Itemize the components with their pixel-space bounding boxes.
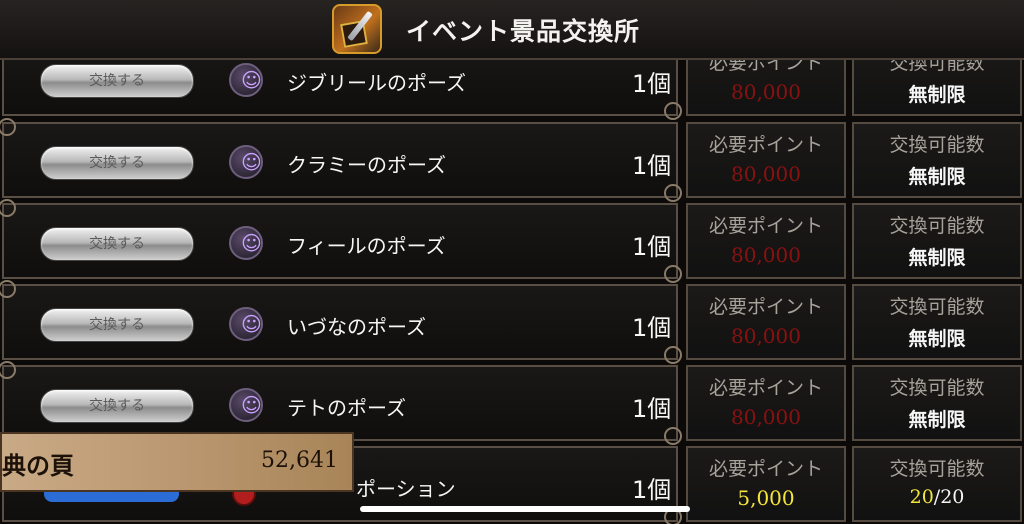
points-panel-label: 典の頁 (2, 452, 74, 480)
exchange-button[interactable]: 交換する (40, 64, 194, 98)
item-name: ジブリールのポーズ (287, 71, 466, 95)
exchange-button[interactable]: 交換する (40, 389, 194, 423)
exchange-limit: 交換可能数 無制限 (852, 284, 1022, 360)
item-quantity: 1個 (632, 70, 672, 98)
page-title: イベント景品交換所 (406, 17, 641, 46)
pose-icon: ☺ (229, 307, 263, 341)
list-item: 交換する ☺ フィールのポーズ 1個 必要ポイント 80,000 交換可能数 無… (0, 199, 1024, 283)
exchange-button-partial[interactable] (44, 492, 179, 502)
pose-icon: ☺ (229, 63, 263, 97)
list-item: 交換する ☺ クラミーのポーズ 1個 必要ポイント 80,000 交換可能数 無… (0, 118, 1024, 202)
exchange-limit: 交換可能数 無制限 (852, 365, 1022, 441)
event-shop-icon (332, 4, 382, 54)
exchange-button[interactable]: 交換する (40, 308, 194, 342)
item-quantity: 1個 (632, 233, 672, 261)
required-points: 必要ポイント 80,000 (686, 284, 846, 360)
points-panel-value: 52,641 (261, 448, 338, 473)
item-quantity: 1個 (632, 314, 672, 342)
item-quantity: 1個 (632, 152, 672, 180)
item-name: クラミーのポーズ (287, 153, 446, 177)
item-quantity: 1個 (632, 476, 672, 504)
exchange-button[interactable]: 交換する (40, 227, 194, 261)
exchange-button[interactable]: 交換する (40, 146, 194, 180)
pose-icon: ☺ (229, 388, 263, 422)
list-item: 交換する ☺ ジブリールのポーズ 1個 必要ポイント 80,000 交換可能数 … (0, 60, 1024, 120)
item-name: いづなのポーズ (287, 315, 426, 339)
exchange-limit: 交換可能数 無制限 (852, 203, 1022, 279)
required-points: 必要ポイント 80,000 (686, 60, 846, 116)
list-item: 交換する ☺ いづなのポーズ 1個 必要ポイント 80,000 交換可能数 無制… (0, 280, 1024, 364)
item-quantity: 1個 (632, 395, 672, 423)
required-points: 必要ポイント 80,000 (686, 203, 846, 279)
header-bar: イベント景品交換所 (0, 0, 1024, 60)
required-points: 必要ポイント 80,000 (686, 365, 846, 441)
exchange-limit: 交換可能数 無制限 (852, 122, 1022, 198)
points-panel: 典の頁 52,641 (0, 432, 354, 492)
item-name: テトのポーズ (287, 396, 406, 420)
item-name: フィールのポーズ (287, 234, 446, 258)
pose-icon: ☺ (229, 226, 263, 260)
required-points: 必要ポイント 5,000 (686, 446, 846, 522)
exchange-limit: 交換可能数 無制限 (852, 60, 1022, 116)
item-name: ポーション (356, 477, 456, 501)
exchange-limit: 交換可能数 20/20 (852, 446, 1022, 522)
required-points: 必要ポイント 80,000 (686, 122, 846, 198)
pose-icon: ☺ (229, 145, 263, 179)
home-indicator[interactable] (360, 506, 690, 512)
